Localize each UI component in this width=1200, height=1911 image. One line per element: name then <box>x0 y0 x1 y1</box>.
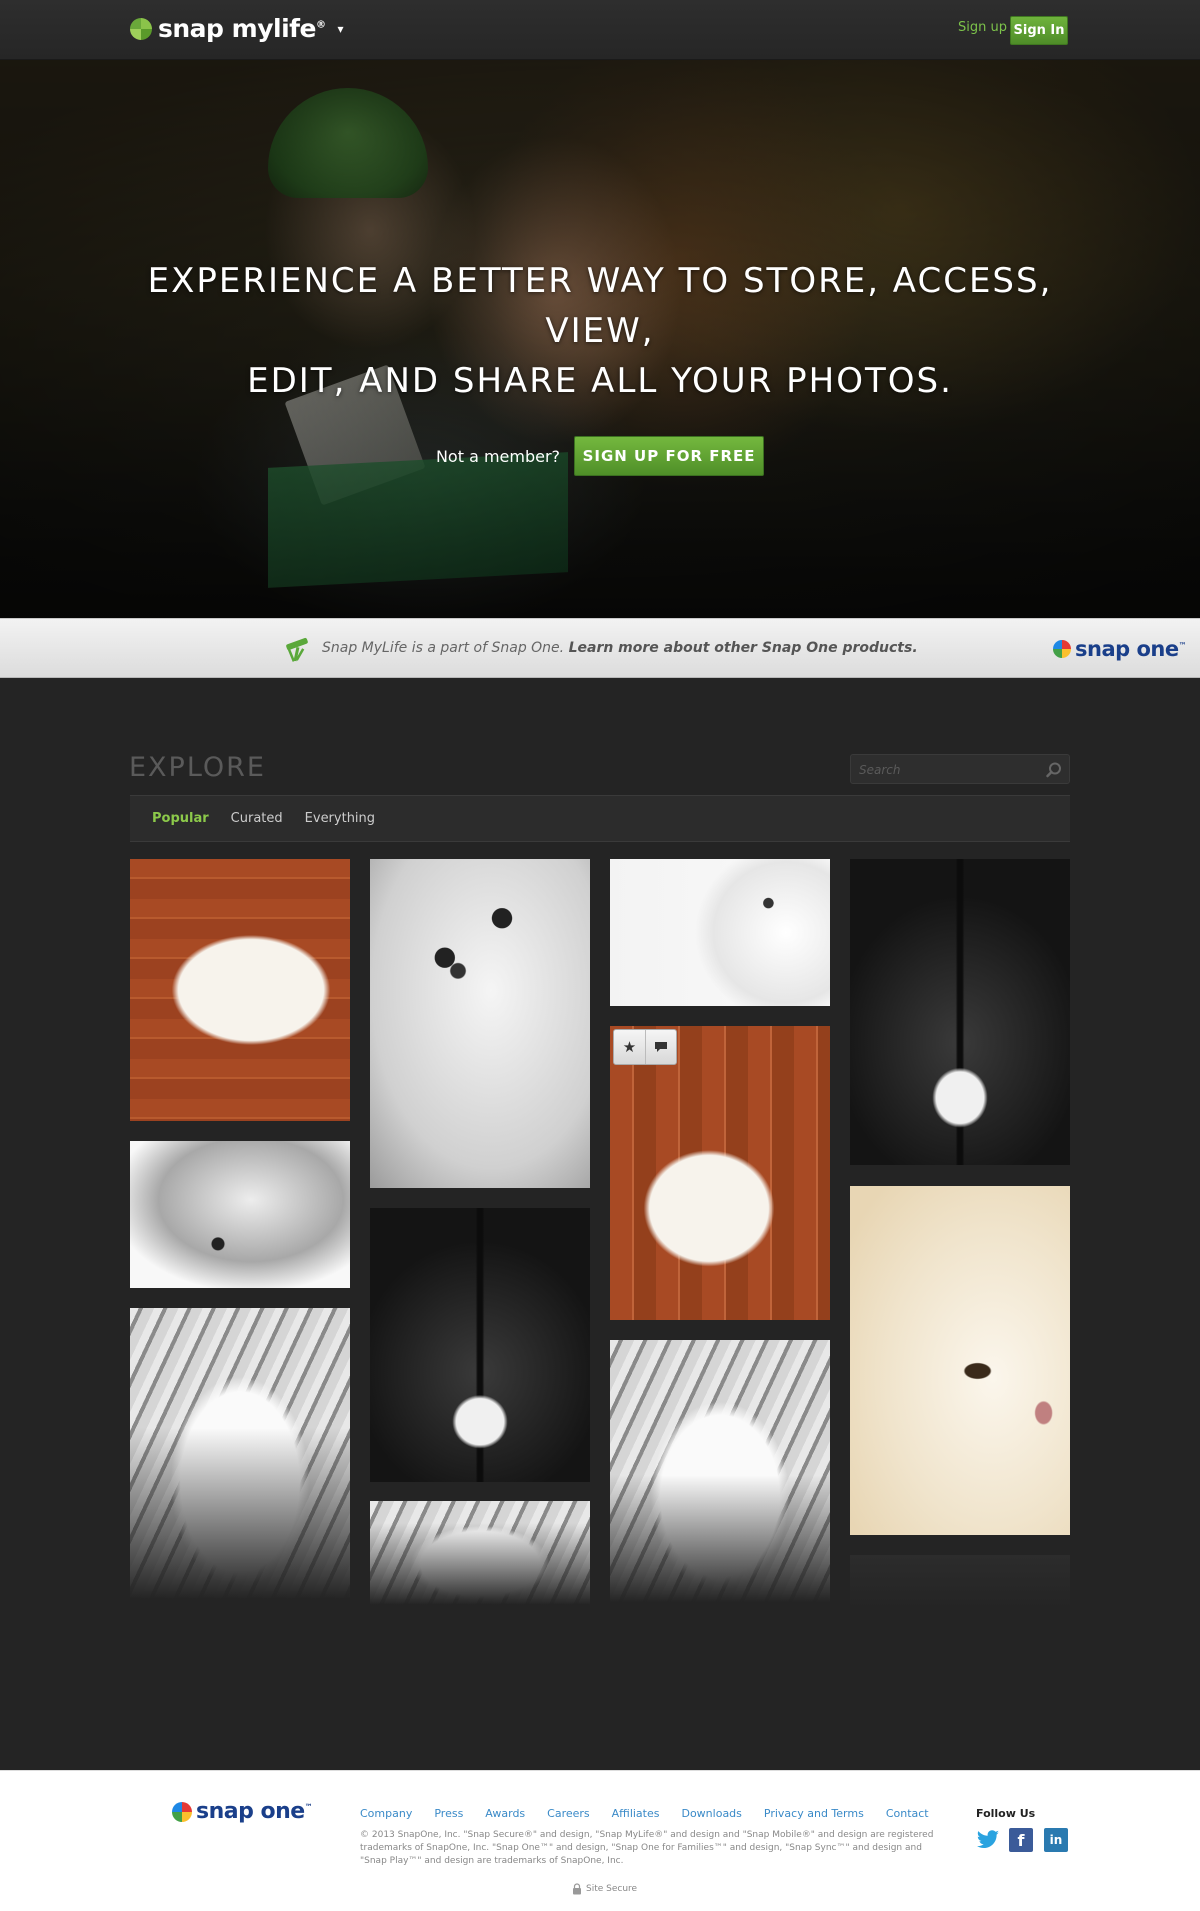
footer: snap one™ Company Press Awards Careers A… <box>0 1770 1200 1911</box>
hero-cta-row: Not a member? SIGN UP FOR FREE <box>0 436 1200 476</box>
signin-button[interactable]: Sign In <box>1010 16 1068 45</box>
hero-headline-line-2: EDIT, AND SHARE ALL YOUR PHOTOS. <box>247 361 953 401</box>
site-secure: Site Secure <box>572 1883 637 1895</box>
hero-headline-line-1: EXPERIENCE A BETTER WAY TO STORE, ACCESS… <box>147 261 1053 351</box>
snap-one-logo-icon <box>172 1801 192 1822</box>
footer-link-privacy[interactable]: Privacy and Terms <box>764 1807 864 1820</box>
photo-tile[interactable] <box>850 859 1070 1165</box>
photo-tile[interactable] <box>850 1555 1070 1609</box>
follow-us-label: Follow Us <box>976 1807 1036 1820</box>
photo-tile[interactable] <box>610 1340 830 1609</box>
site-secure-label: Site Secure <box>586 1884 638 1894</box>
photo-tile[interactable] <box>850 1186 1070 1535</box>
photo-tile[interactable] <box>130 1141 350 1288</box>
explore-tabs: Popular Curated Everything <box>130 795 1070 842</box>
footer-link-awards[interactable]: Awards <box>485 1807 525 1820</box>
search-icon[interactable] <box>1045 761 1063 779</box>
snap-one-logo-icon <box>1053 640 1071 658</box>
footer-logo-trademark: ™ <box>304 1802 313 1812</box>
photo-tile[interactable] <box>130 1308 350 1608</box>
linkedin-icon[interactable]: in <box>1044 1828 1068 1852</box>
telescope-icon <box>286 637 308 662</box>
photo-tile[interactable] <box>610 859 830 1006</box>
footer-link-press[interactable]: Press <box>434 1807 463 1820</box>
lock-icon <box>573 1883 581 1895</box>
logo-text: snap mylife <box>158 14 316 43</box>
hero-banner: EXPERIENCE A BETTER WAY TO STORE, ACCESS… <box>0 60 1200 618</box>
photo-fade <box>610 1474 830 1609</box>
star-icon[interactable]: ★ <box>614 1030 645 1064</box>
tab-everything[interactable]: Everything <box>305 811 375 826</box>
top-navbar: snap mylife® ▾ Sign up Sign In <box>0 0 1200 60</box>
footer-links: Company Press Awards Careers Affiliates … <box>360 1807 951 1820</box>
photo-tile[interactable]: ★ <box>610 1026 830 1320</box>
signup-free-button[interactable]: SIGN UP FOR FREE <box>574 436 765 476</box>
comment-icon[interactable] <box>644 1030 676 1064</box>
tab-popular[interactable]: Popular <box>152 811 209 826</box>
snap-one-logo[interactable]: snap one™ <box>1053 637 1187 661</box>
footer-link-careers[interactable]: Careers <box>547 1807 590 1820</box>
not-member-text: Not a member? <box>435 446 561 466</box>
footer-link-affiliates[interactable]: Affiliates <box>612 1807 660 1820</box>
footer-link-company[interactable]: Company <box>360 1807 412 1820</box>
hero-headline: EXPERIENCE A BETTER WAY TO STORE, ACCESS… <box>100 256 1100 406</box>
snap-one-trademark: ™ <box>1178 641 1187 650</box>
snap-mylife-logo[interactable]: snap mylife® ▾ <box>130 14 344 43</box>
chevron-down-icon[interactable]: ▾ <box>337 22 343 36</box>
footer-link-downloads[interactable]: Downloads <box>681 1807 741 1820</box>
band-text: Snap MyLife is a part of Snap One. <box>322 640 565 656</box>
footer-legal-text: © 2013 SnapOne, Inc. "Snap Secure®" and … <box>360 1830 934 1866</box>
photo-actions: ★ <box>613 1029 677 1065</box>
photo-tile[interactable] <box>370 1208 590 1482</box>
footer-snap-one-logo[interactable]: snap one™ <box>172 1799 313 1824</box>
photo-fade <box>130 1428 350 1608</box>
photo-tile[interactable] <box>130 859 350 1121</box>
search-input[interactable] <box>859 760 1039 780</box>
facebook-icon[interactable]: f <box>1009 1828 1033 1852</box>
search-box <box>850 754 1070 784</box>
logo-registered-mark: ® <box>315 19 326 31</box>
signup-link[interactable]: Sign up <box>958 20 1007 35</box>
photo-fade <box>370 1522 590 1609</box>
comment-icon-glyph <box>654 1042 667 1052</box>
snap-one-banner: Snap MyLife is a part of Snap One. Learn… <box>0 618 1200 678</box>
footer-link-contact[interactable]: Contact <box>886 1807 929 1820</box>
twitter-bird-glyph <box>976 1830 999 1848</box>
photo-tile[interactable] <box>370 1501 590 1609</box>
footer-logo-text: snap one <box>196 1799 305 1824</box>
twitter-icon[interactable] <box>976 1828 1000 1852</box>
snap-mylife-logo-icon <box>130 17 152 40</box>
snap-one-logo-text: snap one <box>1075 637 1179 661</box>
explore-title: EXPLORE <box>129 752 266 783</box>
learn-more-link[interactable]: Learn more about other Snap One products… <box>569 640 918 656</box>
tab-curated[interactable]: Curated <box>231 811 283 826</box>
photo-tile[interactable] <box>370 859 590 1188</box>
